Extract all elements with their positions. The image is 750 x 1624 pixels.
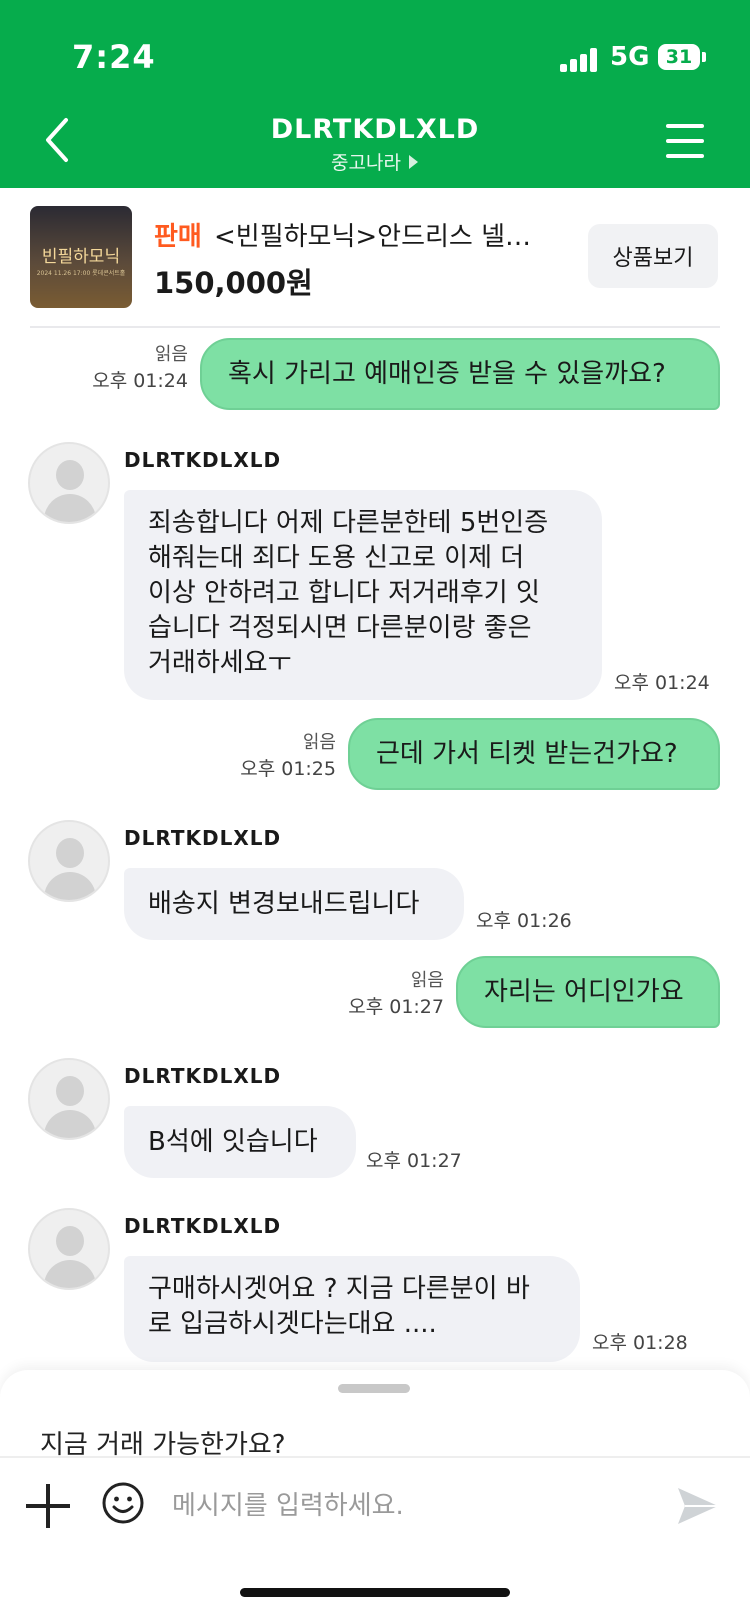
thumbnail-title: 빈필하모닉 <box>41 247 121 267</box>
sender-name: DLRTKDLXLD <box>124 1064 282 1088</box>
their-message-bubble[interactable]: 구매하시겟어요 ? 지금 다른분이 바 로 입금하시겟다는대요 .... <box>124 1256 580 1362</box>
sender-name: DLRTKDLXLD <box>124 826 282 850</box>
avatar[interactable] <box>28 442 110 524</box>
emoji-icon <box>102 1482 144 1524</box>
message-time: 오후 01:27 <box>348 996 444 1018</box>
message-line: B석에 잇습니다 <box>148 1126 318 1157</box>
their-message-bubble[interactable]: 죄송합니다 어제 다른분한테 5번인증 해줘는대 죄다 도용 신고로 이제 더 … <box>124 490 602 700</box>
attach-button[interactable] <box>26 1484 70 1528</box>
avatar[interactable] <box>28 820 110 902</box>
message-line: 로 입금하시겟다는대요 .... <box>148 1309 437 1339</box>
sender-name: DLRTKDLXLD <box>124 1214 282 1238</box>
message-time: 오후 01:28 <box>592 1332 688 1354</box>
message-text: 근데 가서 티켓 받는건가요? <box>376 738 678 769</box>
product-bar: 빈필하모닉 2024 11.26 17:00 롯데콘서트홀 판매 <빈필하모닉>… <box>0 188 750 328</box>
sale-type-label: 판매 <box>154 222 202 252</box>
message-line: 습니다 걱정되시면 다른분이랑 좋은 <box>148 613 532 643</box>
status-time: 7:24 <box>72 38 156 76</box>
message-line: 죄송합니다 어제 다른분한테 5번인증 <box>148 508 549 538</box>
sender-name: DLRTKDLXLD <box>124 448 282 472</box>
emoji-button[interactable] <box>102 1482 144 1524</box>
store-name: 중고나라 <box>331 152 401 174</box>
thumbnail-text: 2024 11.26 17:00 롯데콘서트홀 <box>36 270 126 277</box>
product-price: 150,000원 <box>154 266 313 300</box>
avatar[interactable] <box>28 1208 110 1290</box>
my-message-bubble[interactable]: 혹시 가리고 예매인증 받을 수 있을까요? <box>200 338 720 410</box>
caret-right-icon <box>408 155 418 169</box>
battery-level: 31 <box>665 46 693 68</box>
battery-icon: 31 <box>658 44 708 72</box>
signal-icon <box>560 48 600 72</box>
message-line: 해줘는대 죄다 도용 신고로 이제 더 <box>148 543 525 573</box>
read-receipt: 읽음 <box>410 970 444 991</box>
message-time: 오후 01:24 <box>92 370 188 392</box>
store-link[interactable]: 중고나라 <box>0 148 750 175</box>
message-time: 오후 01:25 <box>240 758 336 780</box>
my-message-bubble[interactable]: 자리는 어디인가요 <box>456 956 720 1028</box>
drag-handle[interactable] <box>338 1384 410 1393</box>
read-receipt: 읽음 <box>302 732 336 753</box>
my-message-bubble[interactable]: 근데 가서 티켓 받는건가요? <box>348 718 720 790</box>
message-text: 자리는 어디인가요 <box>484 976 684 1007</box>
message-time: 오후 01:27 <box>366 1150 462 1172</box>
view-product-button[interactable]: 상품보기 <box>588 224 718 288</box>
message-line: 배송지 변경보내드립니다 <box>148 888 420 919</box>
home-indicator <box>240 1588 510 1597</box>
divider <box>30 326 720 328</box>
composer-sheet: 지금 거래 가능한가요? <box>0 1370 750 1624</box>
product-name: <빈필하모닉>안드리스 넬… <box>214 222 532 252</box>
menu-button[interactable] <box>666 124 706 160</box>
send-button[interactable] <box>676 1486 720 1526</box>
their-message-bubble[interactable]: B석에 잇습니다 <box>124 1106 356 1178</box>
read-receipt: 읽음 <box>154 344 188 365</box>
chat-partner-name: DLRTKDLXLD <box>270 114 480 145</box>
message-input[interactable] <box>170 1480 644 1532</box>
message-line: 이상 안하려고 합니다 저거래후기 잇 <box>148 578 540 608</box>
message-text: 혹시 가리고 예매인증 받을 수 있을까요? <box>228 358 666 389</box>
message-input-row <box>0 1456 750 1554</box>
message-line: 거래하세요ㅜ <box>148 648 292 678</box>
send-icon <box>678 1488 718 1524</box>
their-message-bubble[interactable]: 배송지 변경보내드립니다 <box>124 868 464 940</box>
message-time: 오후 01:26 <box>476 910 572 932</box>
product-thumbnail[interactable]: 빈필하모닉 2024 11.26 17:00 롯데콘서트홀 <box>30 206 132 308</box>
message-line: 구매하시겟어요 ? 지금 다른분이 바 <box>148 1274 530 1304</box>
message-time: 오후 01:24 <box>614 672 710 694</box>
avatar[interactable] <box>28 1058 110 1140</box>
network-type: 5G <box>610 42 650 72</box>
app-header: 7:24 5G 31 DLRTKDLXLD 중고나라 <box>0 0 750 188</box>
